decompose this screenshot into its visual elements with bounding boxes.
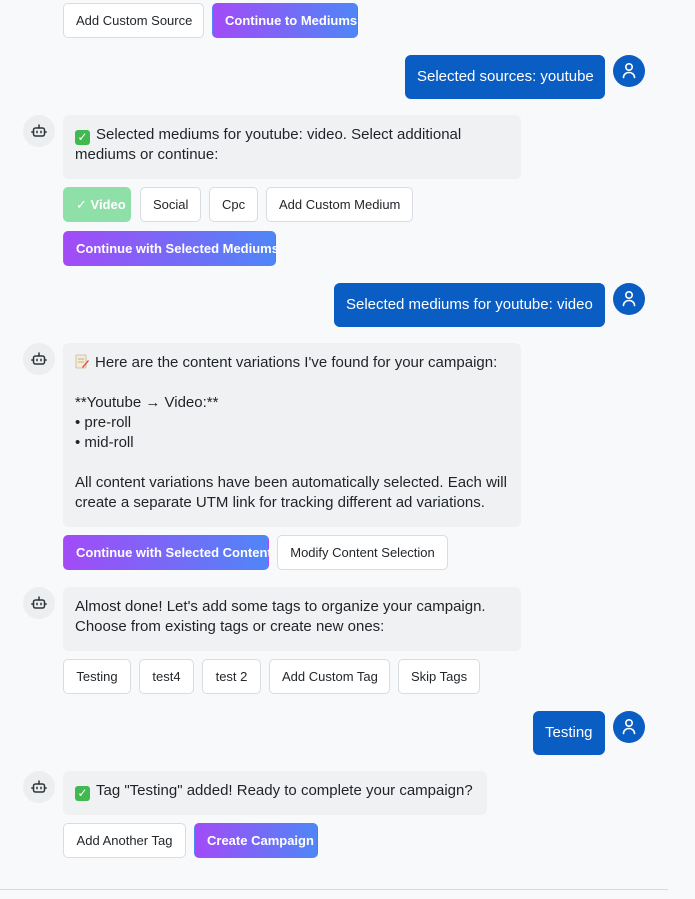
bot-message-line: create a separate UTM link for tracking … <box>75 494 485 511</box>
divider <box>0 889 668 890</box>
bot-avatar <box>23 771 55 803</box>
bot-message-line: • pre-roll <box>75 414 132 431</box>
bot-message-line: • mid-roll <box>75 434 134 451</box>
bot-message-mediums: ✓ Selected mediums for youtube: video. Se… <box>63 115 521 179</box>
continue-to-mediums-button[interactable]: Continue to Mediums <box>212 3 358 38</box>
memo-icon <box>75 354 89 369</box>
skip-tags-button[interactable]: Skip Tags <box>398 659 480 694</box>
bot-message-content-variations: Here are the content variations I've fou… <box>63 343 521 527</box>
user-message-sources: Selected sources: youtube <box>405 55 605 99</box>
robot-icon <box>31 596 47 609</box>
bot-message-line: Tag "Testing" added! Ready to complete y… <box>96 782 473 799</box>
medium-option-video[interactable]: ✓ Video <box>63 187 131 222</box>
create-campaign-button[interactable]: Create Campaign <box>194 823 318 858</box>
user-message-tag: Testing <box>533 711 605 755</box>
user-icon <box>622 290 636 307</box>
user-avatar <box>613 283 645 315</box>
bot-message-line: Here are the content variations I've fou… <box>95 354 498 371</box>
tag-option-test4[interactable]: test4 <box>139 659 194 694</box>
bot-message-line <box>75 373 509 393</box>
add-another-tag-button[interactable]: Add Another Tag <box>63 823 186 858</box>
modify-content-selection-button[interactable]: Modify Content Selection <box>277 535 448 570</box>
chat-thread: Add Custom Source Continue to Mediums Se… <box>0 0 695 899</box>
tag-option-test-2[interactable]: test 2 <box>202 659 261 694</box>
user-avatar <box>613 711 645 743</box>
continue-with-selected-mediums-button[interactable]: Continue with Selected Mediums <box>63 231 279 266</box>
bot-avatar <box>23 587 55 619</box>
robot-icon <box>31 780 47 793</box>
bot-message-line: All content variations have been automat… <box>75 474 507 491</box>
bot-message-tag-added: ✓ Tag "Testing" added! Ready to complete … <box>63 771 487 815</box>
add-custom-tag-button[interactable]: Add Custom Tag <box>269 659 390 694</box>
bot-message-line: mediums or continue: <box>75 146 219 163</box>
robot-icon <box>31 352 47 365</box>
bot-message-line: **Youtube → Video:** <box>75 394 219 411</box>
bot-avatar <box>23 343 55 375</box>
add-custom-source-button[interactable]: Add Custom Source <box>63 3 204 38</box>
medium-option-social[interactable]: Social <box>140 187 201 222</box>
add-custom-medium-button[interactable]: Add Custom Medium <box>266 187 413 222</box>
tag-option-testing[interactable]: Testing <box>63 659 131 694</box>
user-icon <box>622 62 636 79</box>
bot-message-tags: Almost done! Let's add some tags to orga… <box>63 587 521 651</box>
medium-option-cpc[interactable]: Cpc <box>209 187 258 222</box>
user-message-mediums: Selected mediums for youtube: video <box>334 283 605 327</box>
bot-message-line <box>75 453 509 473</box>
bot-message-line: Selected mediums for youtube: video. Sel… <box>96 126 462 143</box>
user-avatar <box>613 55 645 87</box>
user-icon <box>622 718 636 735</box>
bot-message-line: Choose from existing tags or create new … <box>75 618 385 635</box>
check-icon: ✓ <box>75 786 90 801</box>
continue-with-selected-content-button[interactable]: Continue with Selected Content <box>63 535 272 570</box>
bot-avatar <box>23 115 55 147</box>
bot-message-line: Almost done! Let's add some tags to orga… <box>75 598 486 615</box>
check-icon: ✓ <box>75 130 90 145</box>
robot-icon <box>31 124 47 137</box>
